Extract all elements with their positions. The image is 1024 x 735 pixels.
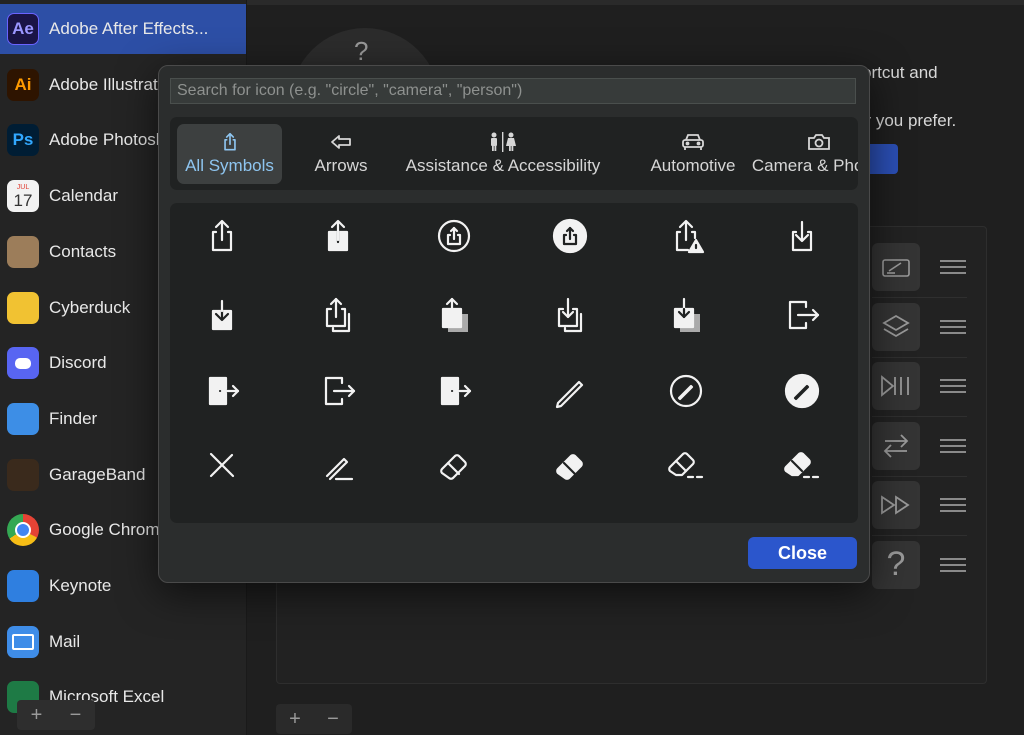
pencil-slash-icon[interactable]: [187, 435, 257, 495]
square-and-arrow-down-icon[interactable]: [767, 206, 837, 266]
help-glyph: ?: [354, 36, 369, 66]
pencil-icon[interactable]: [535, 361, 605, 421]
description-line-2: er you prefer.: [856, 111, 957, 130]
add-app-button[interactable]: +: [17, 700, 56, 730]
arrow-left-icon: [330, 130, 352, 154]
square-and-arrow-up-icon[interactable]: [187, 206, 257, 266]
rectangle-portrait-and-arrow-forward-fill-icon[interactable]: [419, 361, 489, 421]
rectangle-portrait-and-arrow-forward-icon[interactable]: [303, 361, 373, 421]
top-bar: [247, 0, 1024, 5]
row-separator: [872, 535, 967, 536]
category-tab-assistance-accessibility[interactable]: Assistance & Accessibility: [393, 124, 613, 184]
camera-icon: [807, 130, 831, 154]
eraser-icon[interactable]: [419, 435, 489, 495]
description-line-1: ortcut and: [862, 63, 938, 82]
calendar-icon: JUL 17: [7, 180, 39, 213]
add-shortcut-button[interactable]: +: [276, 704, 314, 734]
drag-handle[interactable]: [940, 554, 966, 576]
drag-handle[interactable]: [940, 375, 966, 397]
garageband-icon: [7, 458, 39, 491]
pencil-circle-fill-icon[interactable]: [767, 361, 837, 421]
discord-icon: [7, 347, 39, 380]
row-separator: [872, 297, 967, 298]
cyberduck-icon: [7, 291, 39, 324]
drag-handle[interactable]: [940, 494, 966, 516]
category-label: Arrows: [314, 156, 368, 175]
edit-window-icon[interactable]: [872, 243, 920, 291]
layers-icon[interactable]: [872, 302, 920, 351]
pencil-tip-fill-icon[interactable]: [651, 509, 721, 523]
eraser-fill-icon[interactable]: [535, 435, 605, 495]
fast-forward-icon[interactable]: [872, 481, 920, 529]
sidebar-app-label: Mail: [49, 631, 81, 651]
remove-app-button[interactable]: −: [56, 700, 95, 730]
category-label: All Symbols: [185, 156, 274, 175]
pencil-tip-icon[interactable]: [535, 509, 605, 523]
square-and-arrow-down-fill-icon[interactable]: [187, 285, 257, 345]
square-and-arrow-down-on-square-icon[interactable]: [535, 285, 605, 345]
eraser-line-dashed-fill-icon[interactable]: [767, 435, 837, 495]
chrome-icon: [7, 514, 39, 547]
category-bar: All Symbols Arrows Assistance & Accessibil…: [170, 117, 858, 190]
category-tab-arrows[interactable]: Arrows: [301, 124, 381, 184]
category-label: Camera & Photos: [751, 156, 858, 175]
drag-handle[interactable]: [940, 435, 966, 457]
square-and-arrow-up-on-square-icon[interactable]: [303, 285, 373, 345]
question-icon[interactable]: ?: [872, 540, 920, 589]
category-label: Assistance & Accessibility: [405, 156, 601, 175]
rectangle-portrait-and-arrow-right-icon[interactable]: [767, 285, 837, 345]
restroom-icon: [488, 130, 518, 154]
play-pause-icon[interactable]: [872, 362, 920, 410]
row-separator: [872, 416, 967, 417]
square-and-arrow-up-circle-icon[interactable]: [419, 206, 489, 266]
row-separator: [872, 356, 967, 358]
row-separator: [872, 475, 967, 477]
keynote-icon: [7, 570, 39, 602]
icon-search-input[interactable]: [170, 78, 856, 104]
mail-icon: [7, 625, 39, 658]
square-and-arrow-up-circle-fill-icon[interactable]: [535, 206, 605, 266]
square-and-arrow-down-on-square-fill-icon[interactable]: [651, 285, 721, 345]
category-tab-camera-photos[interactable]: Camera & Photos: [752, 124, 858, 184]
remove-shortcut-button[interactable]: −: [314, 704, 352, 734]
photoshop-icon: Ps: [7, 124, 39, 157]
rectangle-portrait-and-arrow-right-fill-icon[interactable]: [187, 361, 257, 421]
circle-fill-icon[interactable]: [419, 509, 489, 523]
category-tab-all-symbols[interactable]: All Symbols: [177, 124, 282, 184]
close-button[interactable]: Close: [748, 537, 857, 569]
car-icon: [681, 130, 705, 154]
square-and-arrow-up-fill-icon[interactable]: [303, 206, 373, 266]
symbol-grid: [170, 203, 858, 523]
person-icon[interactable]: [187, 509, 257, 523]
sidebar-add-remove: + −: [17, 700, 95, 730]
finder-icon: [7, 402, 39, 435]
sidebar-app-after-effects[interactable]: Ae Adobe After Effects...: [0, 4, 246, 54]
swap-arrows-icon[interactable]: [872, 421, 920, 470]
square-and-arrow-up-on-square-fill-icon[interactable]: [419, 285, 489, 345]
after-effects-icon: Ae: [7, 13, 39, 45]
square-and-arrow-up-trianglebadge-icon[interactable]: [651, 206, 721, 266]
sidebar-app-label: Adobe After Effects...: [49, 19, 209, 38]
pencil-line-icon[interactable]: [303, 435, 373, 495]
illustrator-icon: Ai: [7, 68, 39, 101]
list-add-remove: + −: [276, 704, 352, 734]
sidebar-app-mail[interactable]: Mail: [0, 616, 246, 668]
circle-icon[interactable]: [303, 509, 373, 523]
eraser-line-dashed-icon[interactable]: [651, 435, 721, 495]
drag-handle[interactable]: [940, 316, 966, 338]
symbol-picker-dialog: All Symbols Arrows Assistance & Accessibil…: [158, 65, 870, 583]
share-icon: [219, 130, 241, 154]
lasso-icon[interactable]: [767, 509, 837, 523]
drag-handle[interactable]: [940, 256, 966, 278]
pencil-circle-icon[interactable]: [651, 361, 721, 421]
contacts-icon: [7, 235, 39, 268]
category-tab-automotive[interactable]: Automotive: [641, 124, 745, 184]
category-label: Automotive: [650, 156, 736, 175]
